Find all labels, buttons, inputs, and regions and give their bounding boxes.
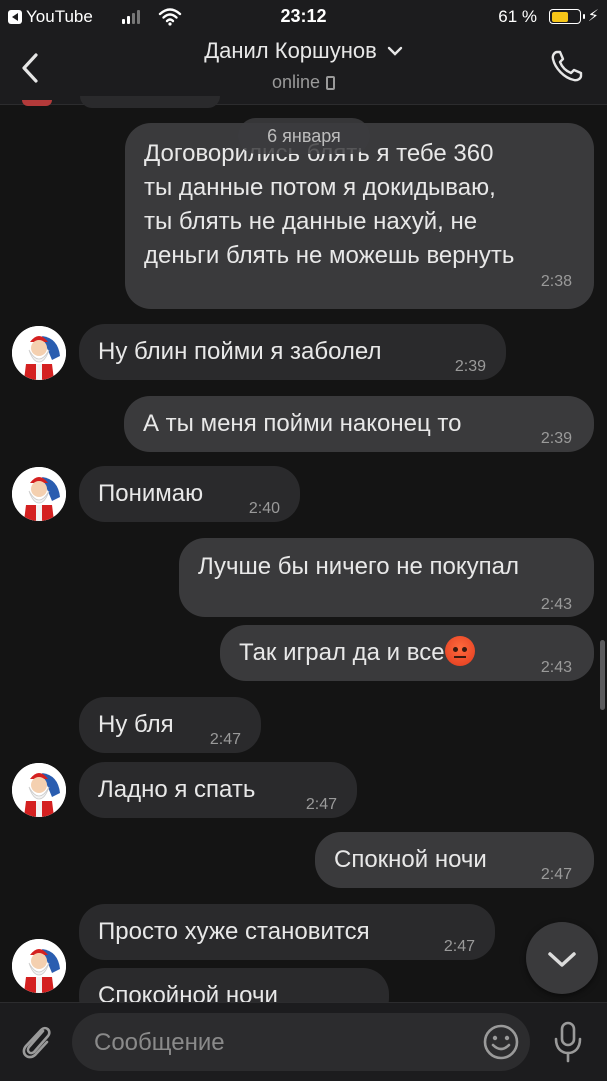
santa-avatar-icon — [12, 467, 66, 521]
charging-bolt-icon: ⚡ — [587, 8, 599, 25]
contact-avatar[interactable] — [12, 763, 66, 817]
message-text: А ты меня пойми наконец то — [143, 410, 462, 437]
message-time: 2:47 — [305, 796, 337, 813]
message-line: ты данные потом я докидываю, — [144, 174, 496, 201]
contact-status: online — [271, 72, 321, 92]
message-text: Так играл да и все — [239, 639, 445, 666]
smiley-icon[interactable] — [481, 1022, 521, 1062]
message-text: Лучше бы ничего не покупал — [198, 553, 519, 580]
contact-name: Данил Коршунов — [204, 38, 377, 63]
message-outgoing[interactable]: Спокной ночи 2:47 — [315, 832, 594, 888]
mobile-device-icon — [326, 75, 336, 90]
contact-title[interactable]: Данил Коршунов online — [0, 38, 607, 93]
message-incoming[interactable]: Просто хуже становится 2:47 — [79, 904, 495, 960]
chevron-down-icon — [387, 46, 402, 56]
message-text: Просто хуже становится — [98, 918, 370, 945]
message-text: Ну блин пойми я заболел — [98, 338, 382, 365]
date-separator: 6 января — [238, 118, 370, 154]
angry-face-icon — [444, 636, 475, 666]
chevron-down-icon — [548, 952, 576, 967]
message-time: 2:38 — [540, 273, 572, 290]
message-input[interactable] — [92, 1013, 476, 1073]
message-incoming[interactable]: Ну бля 2:47 — [79, 697, 261, 753]
message-time: 2:43 — [540, 596, 572, 613]
message-incoming[interactable]: Ладно я спать 2:47 — [79, 762, 357, 818]
santa-avatar-icon — [12, 939, 66, 993]
phone-icon[interactable] — [547, 46, 587, 86]
battery-icon — [549, 9, 585, 24]
santa-avatar-icon — [12, 326, 66, 380]
microphone-icon[interactable] — [552, 1019, 584, 1065]
message-text: Понимаю — [98, 480, 204, 507]
message-time: 2:47 — [443, 938, 475, 955]
message-time: 2:47 — [209, 731, 241, 748]
avatar-partial — [22, 100, 52, 106]
message-outgoing[interactable]: А ты меня пойми наконец то 2:39 — [124, 396, 594, 452]
message-time: 2:40 — [248, 500, 280, 517]
message-incoming[interactable]: Понимаю 2:40 — [79, 466, 300, 522]
scroll-down-button[interactable] — [526, 922, 598, 994]
message-time: 2:39 — [454, 358, 486, 375]
message-time: 2:39 — [540, 430, 572, 447]
message-field-container — [72, 1013, 530, 1073]
message-text: Ладно я спать — [98, 776, 256, 803]
message-time: 2:43 — [540, 659, 572, 676]
message-incoming[interactable]: Ну блин пойми я заболел 2:39 — [79, 324, 506, 380]
message-line: ты блять не данные нахуй, не — [144, 208, 478, 235]
paperclip-icon[interactable] — [16, 1019, 56, 1063]
contact-avatar[interactable] — [12, 326, 66, 380]
battery-percent: 61 % — [498, 7, 537, 26]
message-outgoing[interactable]: Лучше бы ничего не покупал 2:43 — [179, 538, 594, 617]
status-bar: YouTube 23:12 61 % ⚡ — [0, 0, 607, 34]
contact-avatar[interactable] — [12, 939, 66, 993]
message-outgoing[interactable]: Так играл да и все 2:43 — [220, 625, 594, 681]
message-time: 2:47 — [540, 866, 572, 883]
message-text: Ну бля — [98, 711, 174, 738]
contact-avatar[interactable] — [12, 467, 66, 521]
message-text: Спокной ночи — [334, 846, 487, 873]
message-line: деньги блять не можешь вернуть — [144, 242, 515, 269]
scrollbar[interactable] — [600, 640, 605, 710]
chat-header: Данил Коршунов online — [0, 34, 607, 105]
message-bubble-partial — [80, 96, 220, 108]
santa-avatar-icon — [12, 763, 66, 817]
